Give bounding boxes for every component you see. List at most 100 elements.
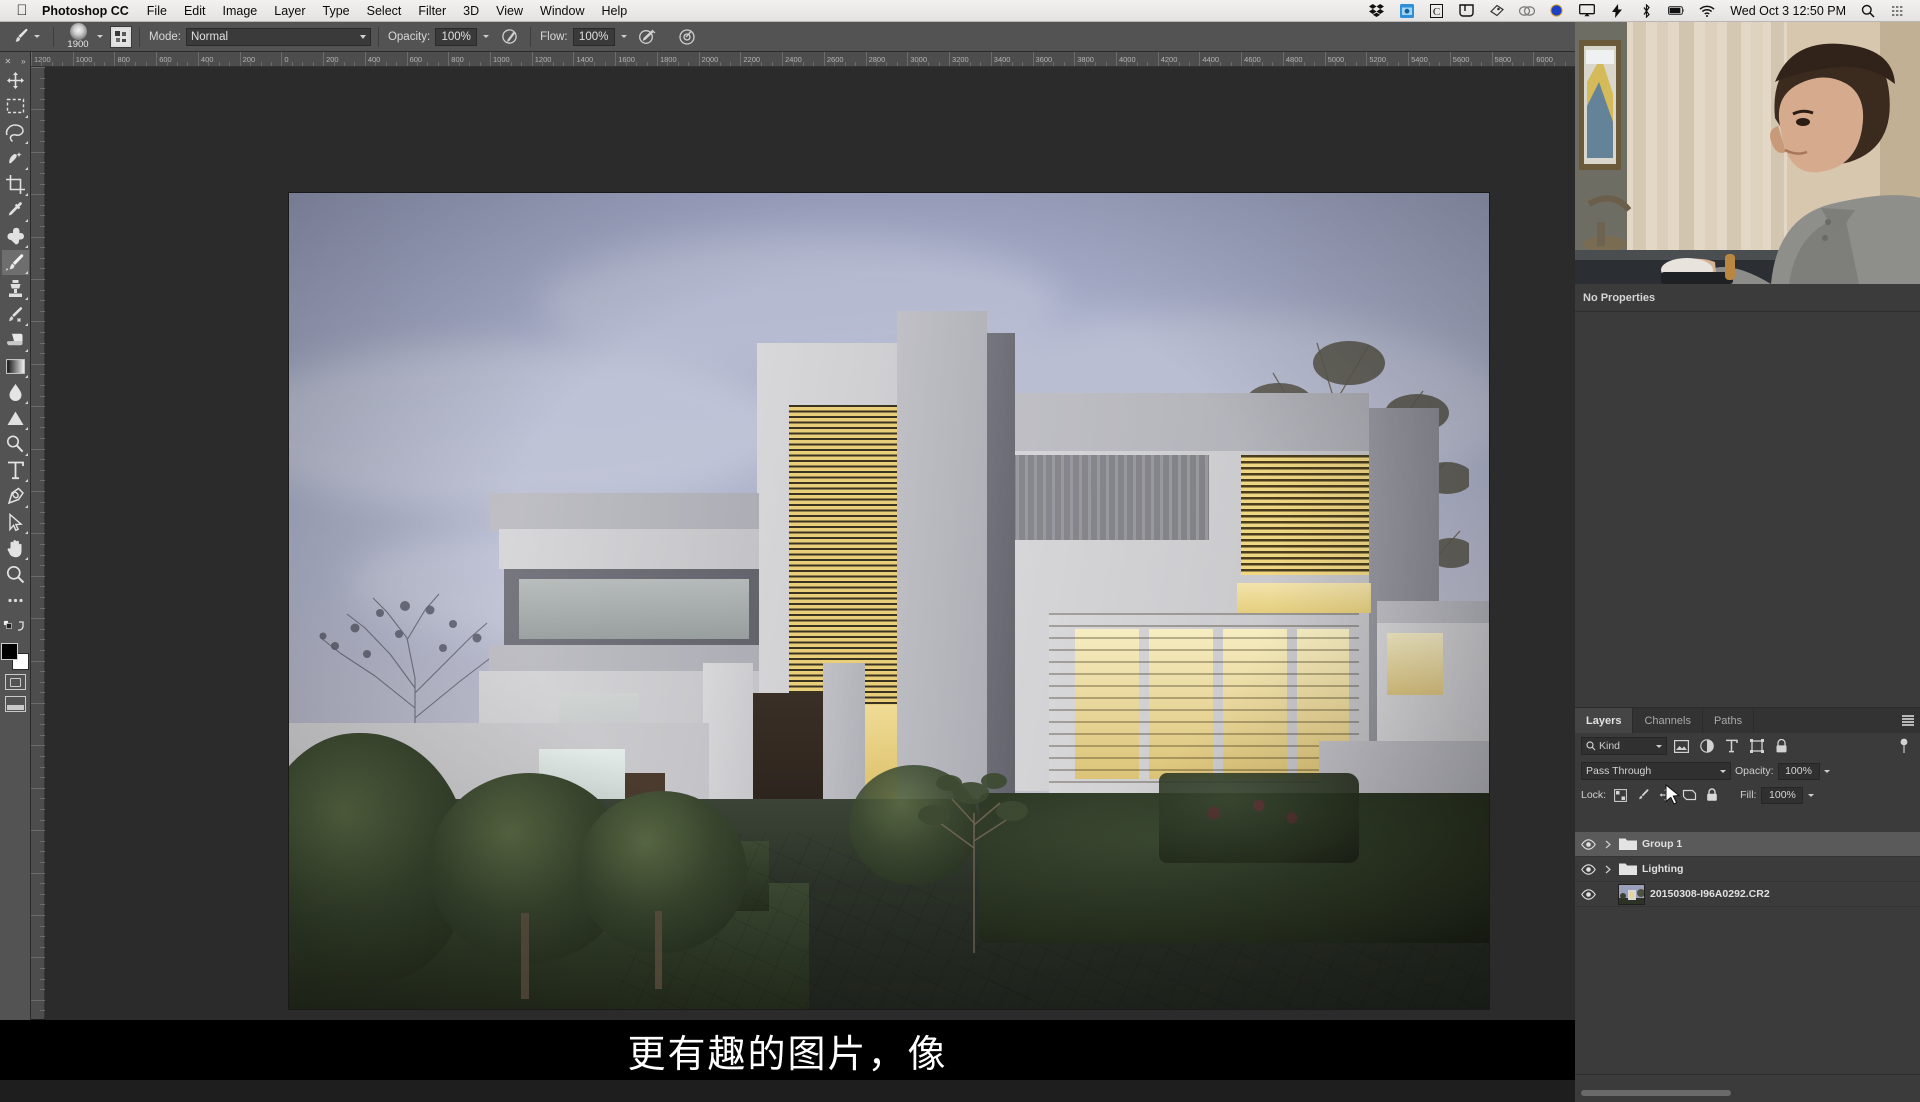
menu-image[interactable]: Image xyxy=(223,4,258,18)
adjustment-layer-filter-icon[interactable] xyxy=(1696,737,1717,755)
brush-tool-icon[interactable] xyxy=(8,25,32,49)
color-swatches[interactable] xyxy=(1,643,29,670)
vertical-ruler[interactable] xyxy=(31,67,45,1019)
apple-logo-icon[interactable]:  xyxy=(14,3,30,19)
menu-window[interactable]: Window xyxy=(540,4,584,18)
menu-type[interactable]: Type xyxy=(323,4,350,18)
menu-bar-clock[interactable]: Wed Oct 3 12:50 PM xyxy=(1730,4,1846,18)
eraser-tool[interactable] xyxy=(2,328,29,353)
eye-icon[interactable] xyxy=(1579,860,1597,878)
link-icon[interactable] xyxy=(1518,3,1535,18)
blue-circle-icon[interactable] xyxy=(1548,3,1565,18)
layer-row[interactable]: Group 1 xyxy=(1575,832,1920,857)
blur-tool[interactable] xyxy=(2,380,29,405)
menu-edit[interactable]: Edit xyxy=(184,4,206,18)
document-image[interactable] xyxy=(289,193,1489,1009)
lock-image-pixels-icon[interactable] xyxy=(1634,786,1652,804)
quick-selection-tool[interactable] xyxy=(2,146,29,171)
lock-artboard-nesting-icon[interactable] xyxy=(1680,786,1698,804)
menu-select[interactable]: Select xyxy=(367,4,402,18)
path-selection-tool[interactable] xyxy=(2,510,29,535)
panel-menu-icon[interactable] xyxy=(1902,715,1914,726)
history-brush-tool[interactable] xyxy=(2,302,29,327)
zoom-tool[interactable] xyxy=(2,562,29,587)
spot-healing-brush-tool[interactable] xyxy=(2,224,29,249)
pixel-layer-filter-icon[interactable] xyxy=(1671,737,1692,755)
pressure-opacity-icon[interactable] xyxy=(497,25,521,49)
close-icon[interactable]: ✕ xyxy=(4,57,11,66)
type-tool[interactable] xyxy=(2,458,29,483)
edit-toolbar-button[interactable] xyxy=(2,588,29,613)
tag-icon[interactable] xyxy=(1488,3,1505,18)
menu-3d[interactable]: 3D xyxy=(463,4,479,18)
eye-icon[interactable] xyxy=(1579,885,1597,903)
screenshot-icon[interactable] xyxy=(1398,3,1415,18)
hand-tool[interactable] xyxy=(2,536,29,561)
control-center-icon[interactable] xyxy=(1889,3,1906,18)
search-icon[interactable] xyxy=(1859,3,1876,18)
flow-chevron[interactable] xyxy=(620,35,627,38)
tab-paths[interactable]: Paths xyxy=(1703,708,1755,733)
document-canvas-area[interactable] xyxy=(45,67,1575,1020)
brush-tool[interactable] xyxy=(1,250,29,275)
layer-opacity-chevron[interactable] xyxy=(1823,769,1830,773)
layer-opacity-input[interactable]: 100% xyxy=(1777,762,1820,780)
flow-input[interactable]: 100% xyxy=(572,27,615,46)
battery-icon[interactable] xyxy=(1668,3,1685,18)
gradient-tool[interactable] xyxy=(2,354,29,379)
copyright-icon[interactable]: C xyxy=(1428,3,1445,18)
brush-tool-preset-chevron[interactable] xyxy=(34,35,40,38)
shape-layer-filter-icon[interactable] xyxy=(1746,737,1767,755)
brush-preset-picker-icon[interactable] xyxy=(110,25,132,48)
layer-blend-mode-select[interactable]: Pass Through xyxy=(1581,762,1731,780)
display-arrangement-icon[interactable] xyxy=(1458,3,1475,18)
smoothing-icon[interactable] xyxy=(675,25,699,49)
menu-view[interactable]: View xyxy=(496,4,523,18)
menu-file[interactable]: File xyxy=(147,4,167,18)
move-tool[interactable] xyxy=(2,68,29,93)
active-app-name[interactable]: Photoshop CC xyxy=(42,4,129,18)
fill-chevron[interactable] xyxy=(1808,793,1815,797)
smart-object-filter-icon[interactable] xyxy=(1771,737,1792,755)
brush-preset-chevron[interactable] xyxy=(97,35,103,38)
lasso-tool[interactable] xyxy=(2,120,29,145)
opacity-chevron[interactable] xyxy=(483,35,490,38)
clone-stamp-tool[interactable] xyxy=(2,276,29,301)
menu-filter[interactable]: Filter xyxy=(418,4,446,18)
horizontal-scrollbar[interactable] xyxy=(1581,1090,1731,1096)
chevron-right-icon[interactable] xyxy=(1602,840,1613,849)
tab-channels[interactable]: Channels xyxy=(1633,708,1703,733)
dropbox-icon[interactable] xyxy=(1368,3,1385,18)
eye-icon[interactable] xyxy=(1579,835,1597,853)
menu-layer[interactable]: Layer xyxy=(274,4,305,18)
blend-mode-select[interactable]: Normal xyxy=(185,27,371,46)
airbrush-icon[interactable] xyxy=(635,25,659,49)
layer-row[interactable]: 20150308-I96A0292.CR2 xyxy=(1575,882,1920,907)
filter-kind-select[interactable]: Kind xyxy=(1581,737,1667,755)
horizontal-ruler[interactable]: 1200 1000 800 600 400 200 0 200 400 600 800 1000 120… xyxy=(31,52,1575,67)
layer-thumbnail[interactable] xyxy=(1618,883,1645,905)
type-layer-filter-icon[interactable] xyxy=(1721,737,1742,755)
pen-tool[interactable] xyxy=(2,484,29,509)
airplay-icon[interactable] xyxy=(1578,3,1595,18)
sponge-tool[interactable] xyxy=(2,432,29,457)
rectangular-marquee-tool[interactable] xyxy=(2,94,29,119)
fill-input[interactable]: 100% xyxy=(1761,786,1804,804)
crop-tool[interactable] xyxy=(2,172,29,197)
opacity-input[interactable]: 100% xyxy=(435,27,478,46)
dodge-tool[interactable] xyxy=(2,406,29,431)
double-chevron-icon[interactable]: » xyxy=(21,57,25,66)
chevron-right-icon[interactable] xyxy=(1602,865,1613,874)
bluetooth-icon[interactable] xyxy=(1638,3,1655,18)
lock-position-icon[interactable] xyxy=(1657,786,1675,804)
lock-all-icon[interactable] xyxy=(1703,786,1721,804)
foreground-color-swatch[interactable] xyxy=(1,643,18,660)
filter-toggle-icon[interactable] xyxy=(1893,737,1914,755)
lightning-icon[interactable] xyxy=(1608,3,1625,18)
menu-help[interactable]: Help xyxy=(602,4,628,18)
wifi-icon[interactable] xyxy=(1698,3,1715,18)
default-colors-and-swap[interactable] xyxy=(2,614,29,639)
quick-mask-icon[interactable] xyxy=(4,674,26,690)
screen-mode-icon[interactable] xyxy=(4,696,26,712)
layer-row[interactable]: Lighting xyxy=(1575,857,1920,882)
